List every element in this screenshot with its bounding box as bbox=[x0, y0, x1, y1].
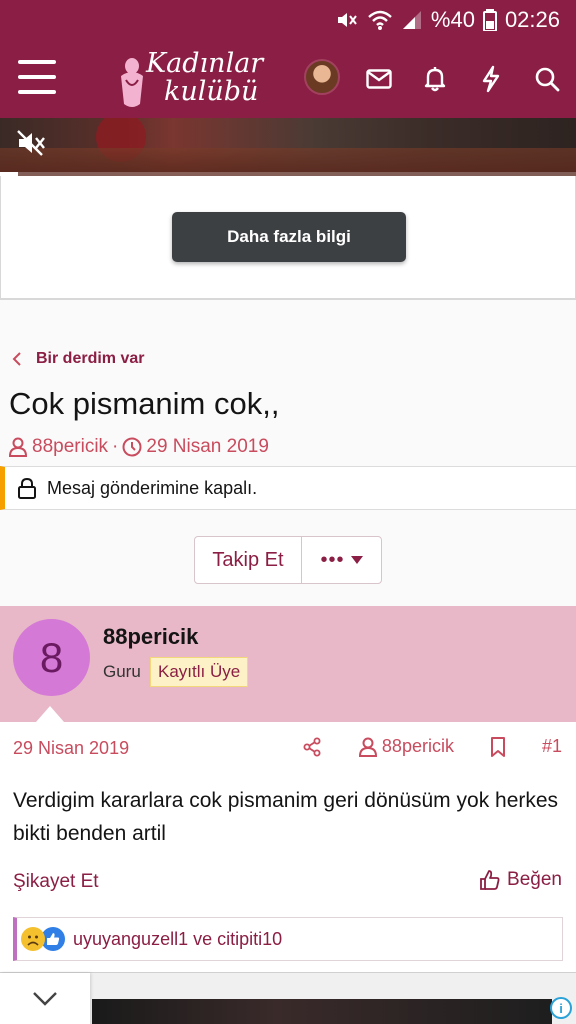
thread-actions: Takip Et ••• bbox=[194, 536, 382, 584]
breadcrumb[interactable]: Bir derdim var bbox=[12, 350, 144, 368]
like-button[interactable]: Beğen bbox=[479, 869, 562, 891]
mute-icon bbox=[335, 9, 359, 31]
more-info-button[interactable]: Daha fazla bilgi bbox=[172, 212, 406, 262]
logo-line1: Kadınlar bbox=[146, 48, 264, 79]
signal-icon bbox=[401, 9, 423, 31]
chevron-left-icon bbox=[12, 352, 21, 366]
meta-separator: · bbox=[112, 436, 119, 457]
site-logo[interactable]: Kadınlar kulübü bbox=[112, 46, 282, 112]
more-options-label: ••• bbox=[320, 548, 345, 571]
reactions-bar[interactable]: uyuyanguzell1 ve citipiti10 bbox=[13, 917, 563, 961]
lock-icon bbox=[18, 477, 36, 499]
more-options-button[interactable]: ••• bbox=[302, 537, 381, 583]
post-meta: 29 Nisan 2019 88pericik #1 bbox=[0, 722, 576, 776]
adchoices-icon[interactable]: i bbox=[550, 997, 572, 1019]
post-notch bbox=[36, 706, 64, 722]
chevron-down-icon bbox=[33, 992, 57, 1006]
post-author-label: 88pericik bbox=[381, 736, 454, 756]
post-actions: 88pericik #1 bbox=[302, 736, 562, 757]
thread-meta: 88pericik · 29 Nisan 2019 bbox=[8, 436, 269, 458]
follow-button[interactable]: Takip Et bbox=[195, 537, 302, 583]
bell-icon[interactable] bbox=[420, 64, 450, 94]
bookmark-icon[interactable] bbox=[490, 736, 506, 757]
notice-text: Mesaj gönderimine kapalı. bbox=[47, 477, 258, 498]
mail-icon[interactable] bbox=[364, 64, 394, 94]
post-number[interactable]: #1 bbox=[542, 736, 562, 757]
menu-icon[interactable] bbox=[18, 60, 56, 94]
thread-author[interactable]: 88pericik bbox=[32, 436, 108, 458]
status-icons: %40 02:26 bbox=[335, 7, 560, 33]
post-date[interactable]: 29 Nisan 2019 bbox=[13, 738, 129, 759]
battery-icon bbox=[482, 9, 497, 31]
bolt-icon[interactable] bbox=[476, 64, 506, 94]
breadcrumb-label: Bir derdim var bbox=[36, 350, 145, 367]
wifi-icon bbox=[367, 9, 393, 31]
video-ad[interactable] bbox=[0, 118, 576, 176]
ad-panel: Daha fazla bilgi bbox=[0, 176, 576, 300]
share-icon[interactable] bbox=[302, 737, 322, 757]
battery-label: %40 bbox=[430, 7, 475, 32]
avatar[interactable] bbox=[304, 59, 340, 95]
status-bar: %40 02:26 bbox=[0, 0, 576, 40]
post-body: Verdigim kararlara cok pismanim geri dön… bbox=[13, 789, 559, 845]
reaction-users[interactable]: uyuyanguzell1 ve citipiti10 bbox=[73, 929, 282, 950]
user-rank: Guru bbox=[103, 662, 141, 681]
logo-line2: kulübü bbox=[164, 76, 259, 107]
user-icon bbox=[358, 737, 377, 757]
logo-woman-icon bbox=[121, 58, 143, 107]
video-mute-icon[interactable] bbox=[16, 129, 46, 162]
locked-notice: Mesaj gönderimine kapalı. bbox=[0, 466, 576, 510]
bottom-ad-strip: i bbox=[0, 972, 576, 1024]
post-avatar[interactable]: 8 bbox=[13, 619, 90, 696]
status-time: 02:26 bbox=[504, 7, 560, 32]
caret-down-icon bbox=[350, 556, 363, 564]
user-icon bbox=[8, 437, 28, 457]
post-username[interactable]: 88pericik bbox=[103, 624, 198, 650]
post-header: 8 88pericik Guru Kayıtlı Üye bbox=[0, 606, 576, 722]
collapse-ad-button[interactable] bbox=[0, 973, 90, 1024]
thumbs-up-icon bbox=[480, 870, 500, 890]
page-title: Cok pismanim cok,, bbox=[9, 386, 280, 421]
post-author-link[interactable]: 88pericik bbox=[358, 736, 454, 757]
user-badge: Kayıtlı Üye bbox=[150, 657, 249, 687]
bottom-ad-image[interactable] bbox=[92, 999, 552, 1024]
thread-date[interactable]: 29 Nisan 2019 bbox=[146, 436, 269, 458]
report-link[interactable]: Şikayet Et bbox=[13, 871, 99, 893]
app-header: Kadınlar kulübü bbox=[0, 40, 576, 118]
sad-reaction-icon bbox=[21, 927, 45, 951]
logo-text: Kadınlar kulübü bbox=[146, 50, 263, 106]
clock-icon bbox=[122, 437, 142, 457]
like-label: Beğen bbox=[507, 869, 562, 890]
search-icon[interactable] bbox=[532, 64, 562, 94]
